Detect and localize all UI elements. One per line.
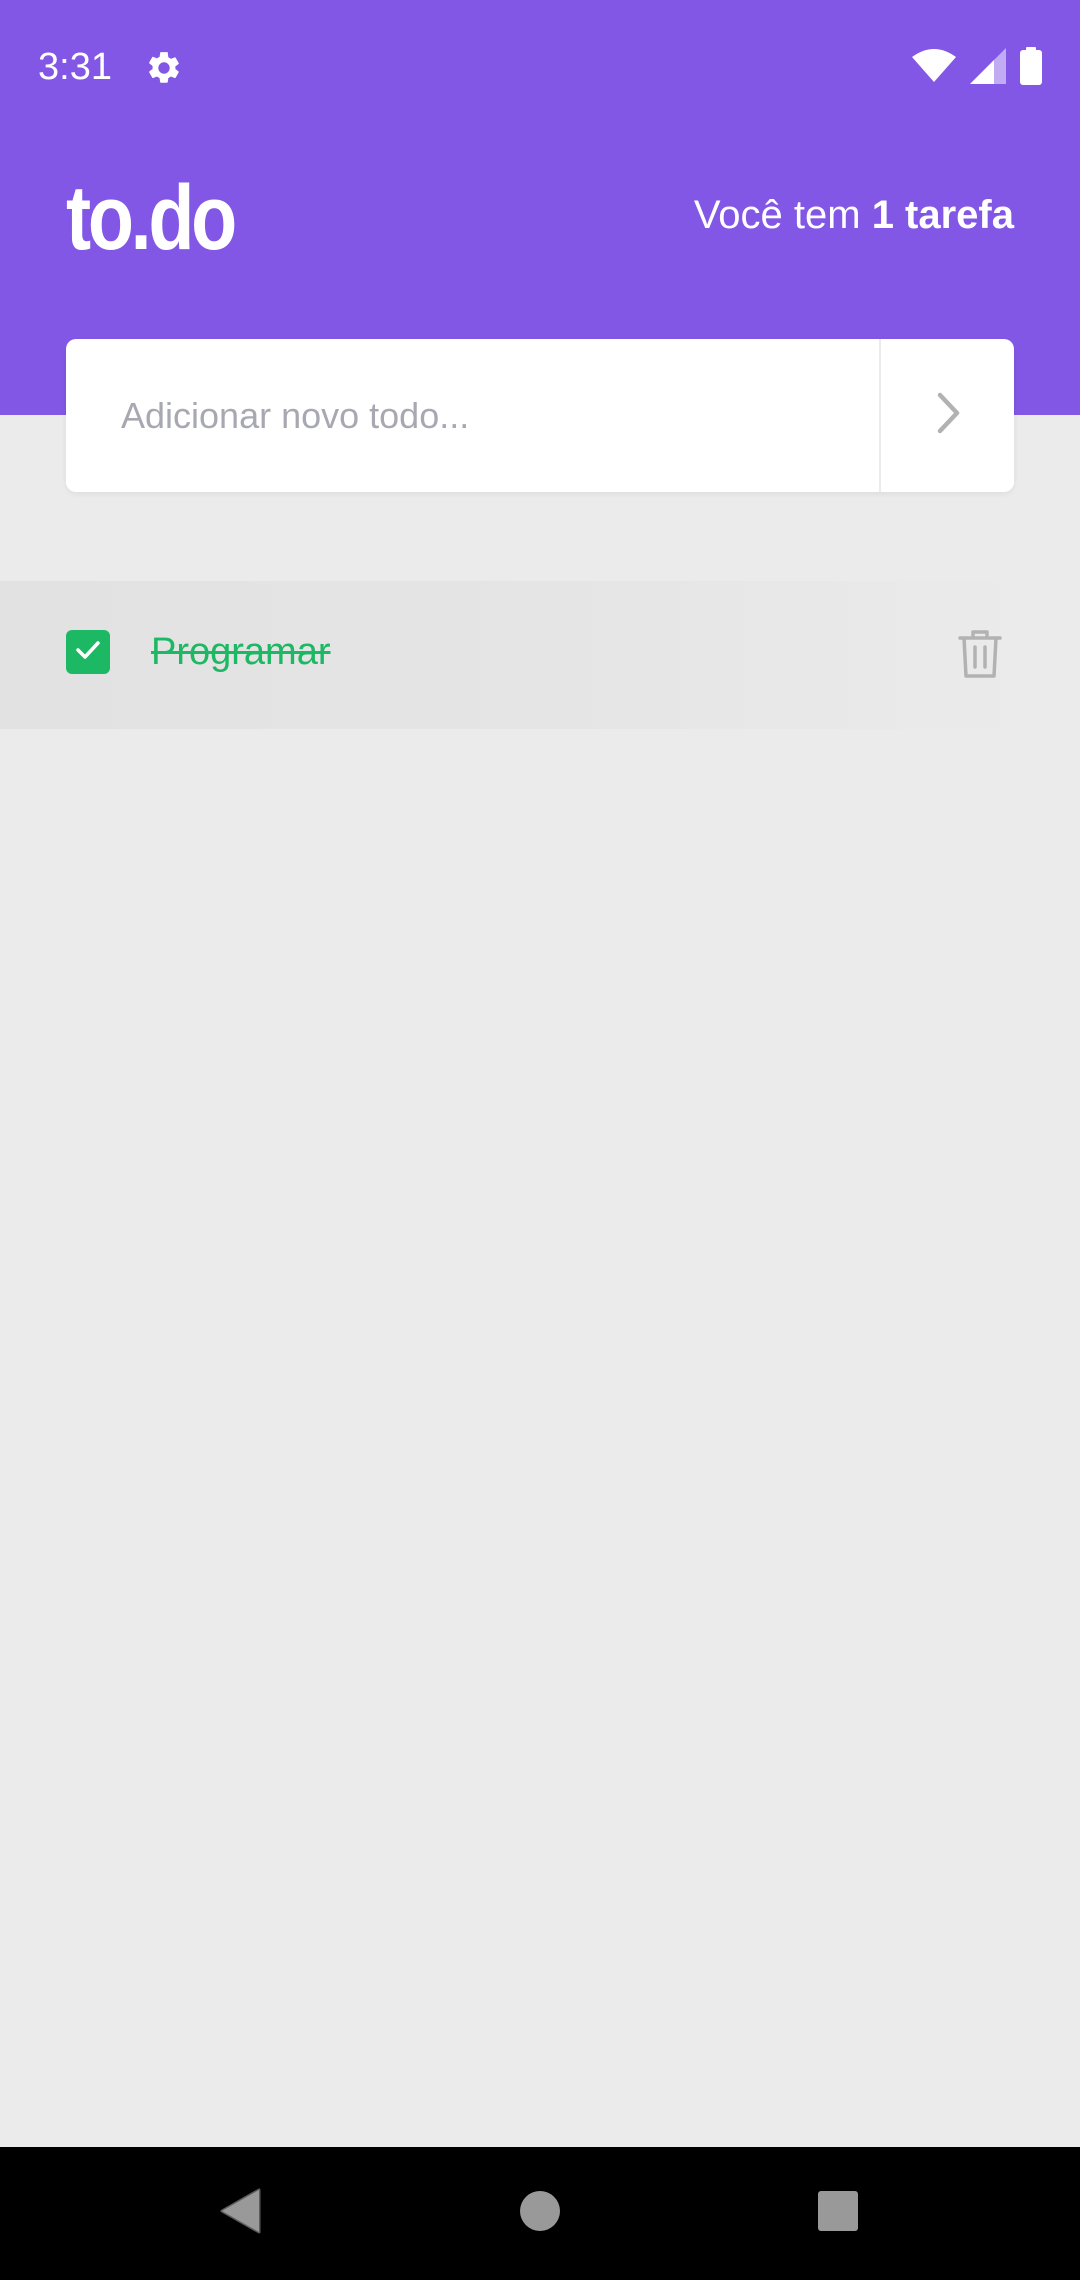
status-bar: 3:31 [0, 0, 1080, 136]
task-item: Programar [0, 581, 1024, 729]
new-todo-form [66, 339, 1014, 492]
chevron-right-icon [933, 391, 963, 440]
trash-icon [958, 629, 1002, 684]
task-count-prefix: Você tem [693, 193, 872, 237]
home-icon [519, 2190, 561, 2237]
back-icon [219, 2188, 261, 2239]
gear-icon [145, 49, 183, 87]
task-count-value: 1 tarefa [871, 193, 1014, 237]
nav-recents-button[interactable] [778, 2147, 898, 2280]
task-checkbox[interactable] [66, 630, 110, 674]
nav-back-button[interactable] [180, 2147, 300, 2280]
check-icon [75, 640, 101, 665]
system-nav-bar [0, 2147, 1080, 2280]
task-title: Programar [151, 631, 331, 673]
battery-icon [1020, 46, 1042, 90]
wifi-icon [912, 48, 956, 88]
delete-task-button[interactable] [950, 626, 1010, 686]
app-logo: to.do [66, 167, 237, 269]
nav-home-button[interactable] [480, 2147, 600, 2280]
new-todo-input[interactable] [66, 339, 880, 492]
recents-icon [817, 2190, 859, 2237]
status-time: 3:31 [38, 46, 112, 88]
add-todo-button[interactable] [879, 339, 1014, 492]
status-icons [912, 46, 1042, 90]
signal-icon [970, 47, 1006, 89]
task-count: Você tem 1 tarefa [694, 190, 1014, 240]
